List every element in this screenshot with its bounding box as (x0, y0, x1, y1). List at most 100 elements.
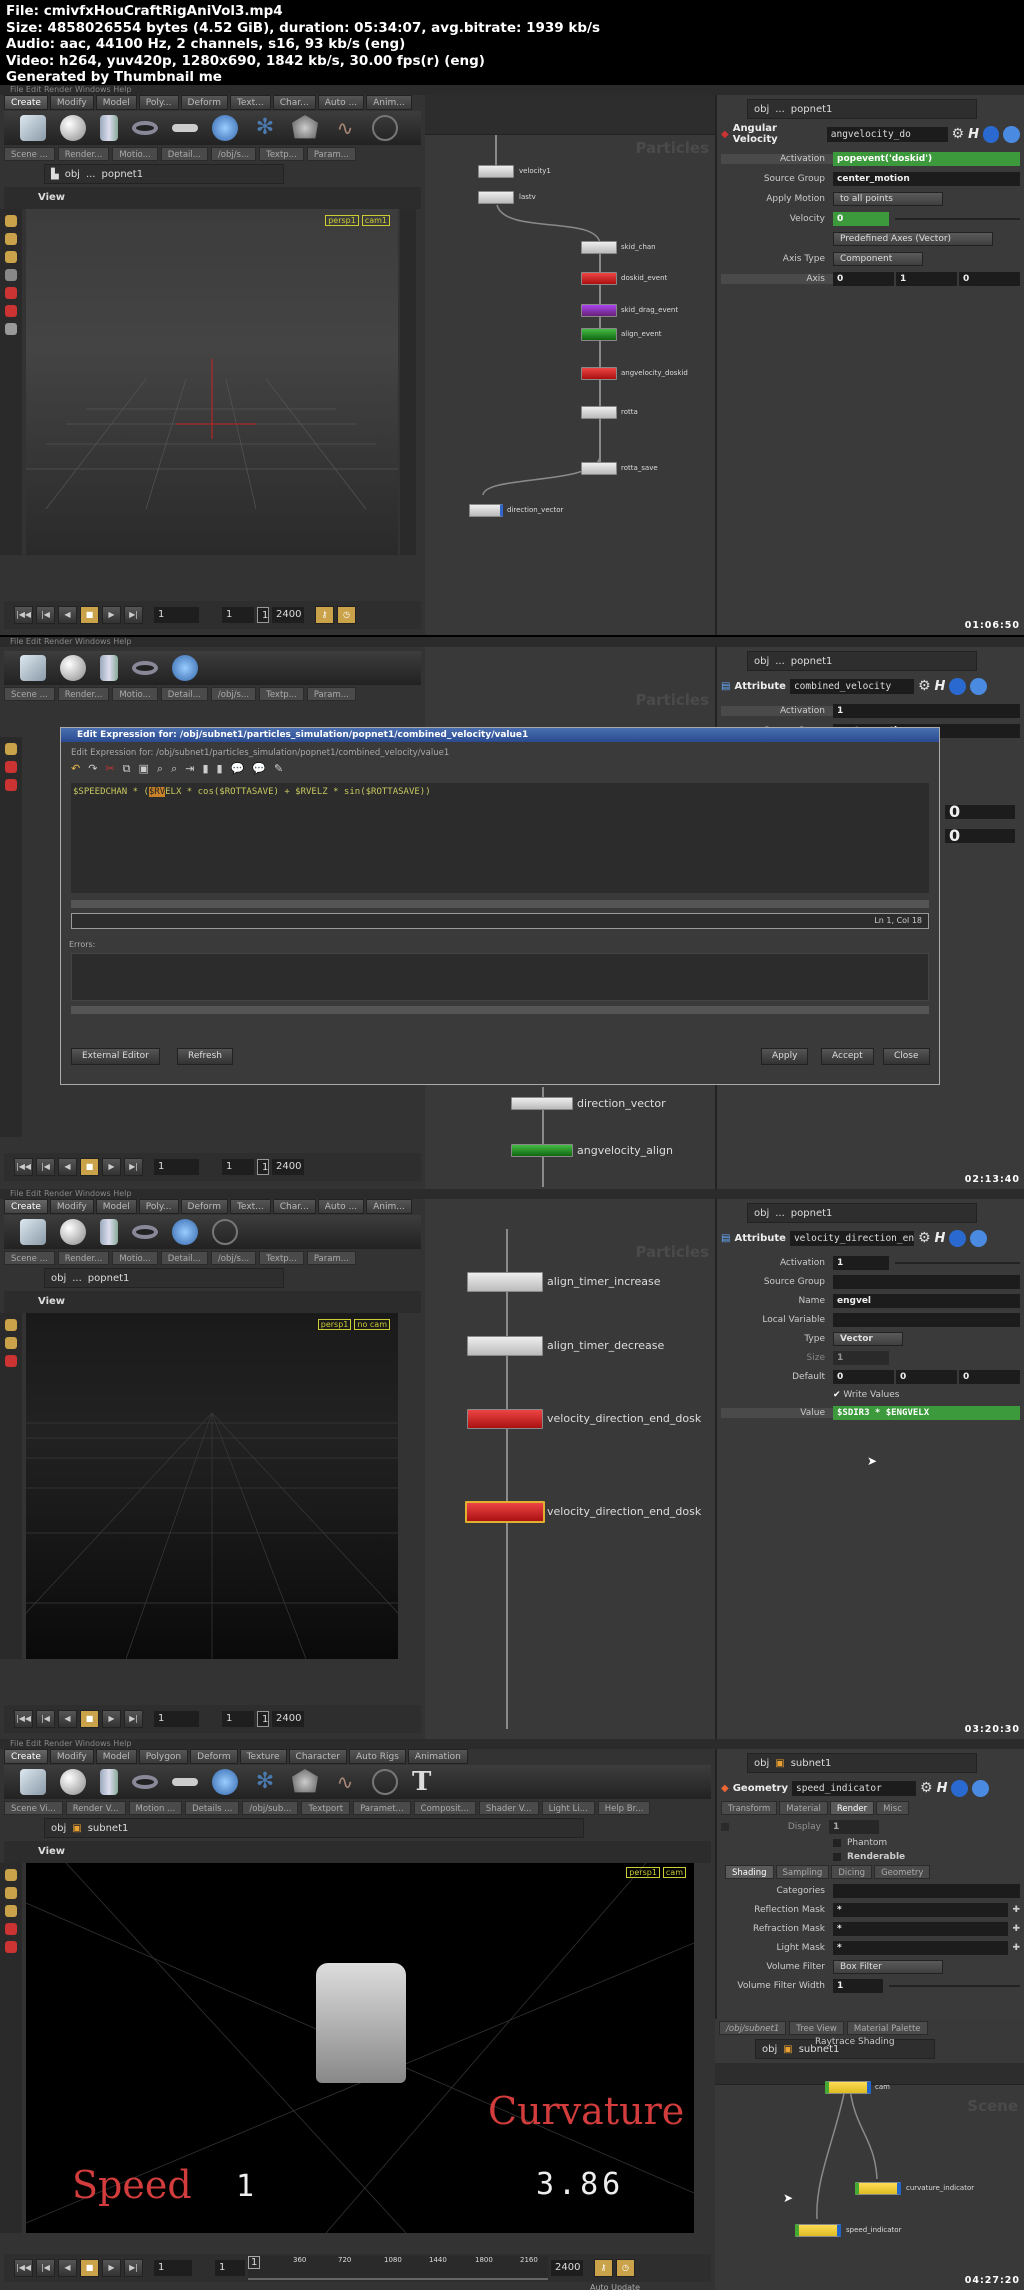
shelf-tab[interactable]: Deform (180, 1199, 228, 1214)
volume-filter-width-field[interactable]: 1 (833, 1978, 883, 1993)
refresh-button[interactable]: Refresh (177, 1048, 233, 1065)
display-field[interactable]: 1 (829, 1819, 879, 1834)
pane-tab[interactable]: Motio... (112, 687, 158, 701)
refraction-mask-field[interactable]: * (833, 1921, 1009, 1936)
transform-tool-icon[interactable] (5, 1887, 17, 1899)
tab-transform[interactable]: Transform (721, 1801, 778, 1815)
select-tool-icon[interactable] (5, 215, 17, 227)
path-ellipsis[interactable]: ... (86, 169, 96, 180)
node[interactable] (467, 1409, 543, 1429)
comment-icon[interactable]: 💬 (231, 762, 245, 776)
shelf-tab[interactable]: Texture (239, 1749, 287, 1764)
help-icon[interactable] (970, 677, 988, 695)
node[interactable] (511, 1097, 573, 1110)
circle-icon[interactable] (212, 1219, 238, 1245)
shelf-tab[interactable]: Deform (180, 95, 228, 110)
pointer-icon[interactable] (5, 269, 17, 281)
node[interactable] (581, 304, 617, 317)
step-back-button[interactable]: |◀ (36, 2259, 55, 2277)
node[interactable] (581, 367, 617, 380)
magnet-icon[interactable] (5, 1355, 17, 1367)
help-h-icon[interactable]: H (935, 679, 946, 694)
path-root[interactable]: obj (51, 1273, 66, 1284)
shelf-tab[interactable]: Animation (407, 1749, 468, 1764)
pane-tab[interactable]: Composit... (413, 1801, 476, 1815)
stop-button[interactable]: ■ (80, 606, 99, 624)
velocity-field[interactable]: 0 (833, 211, 889, 226)
activation-field[interactable]: 1 (833, 1255, 889, 1270)
notes-icon[interactable]: ✎ (274, 762, 283, 776)
pane-tab[interactable]: Textp... (259, 1251, 304, 1265)
light-mask-field[interactable]: * (833, 1940, 1009, 1955)
curve-icon[interactable]: ∿ (332, 1769, 358, 1795)
font-icon[interactable]: T (412, 1769, 438, 1795)
end-frame-field[interactable]: 2400 (551, 2260, 583, 2276)
magnet-icon[interactable] (5, 305, 17, 317)
pane-tab[interactable]: Help Br... (597, 1801, 651, 1815)
axis-type-menu[interactable]: Component (833, 251, 923, 266)
keyframe-icon[interactable]: ⚷ (315, 606, 334, 624)
menu-bar[interactable]: File Edit Render Windows Help (0, 1739, 1024, 1749)
box-icon[interactable] (20, 655, 46, 681)
node[interactable] (581, 241, 617, 254)
shelf-tab[interactable]: Auto ... (317, 1199, 365, 1214)
pane-tab[interactable]: Detail... (160, 1251, 208, 1265)
metaball-icon[interactable] (172, 655, 198, 681)
grid-icon[interactable] (172, 1778, 198, 1786)
node[interactable] (511, 1144, 573, 1157)
metaball-icon[interactable] (172, 1219, 198, 1245)
help-icon[interactable] (1003, 125, 1020, 143)
default-y[interactable]: 0 (896, 1369, 957, 1384)
current-frame-marker[interactable]: 1 (248, 2256, 261, 2269)
bookmark-icon[interactable]: ▮ (217, 762, 223, 776)
start-frame-field[interactable]: 1 (215, 2260, 245, 2276)
shelf-tab[interactable]: Modify (49, 95, 94, 110)
pane-tab[interactable]: Light Li... (541, 1801, 595, 1815)
metaball-icon[interactable] (212, 115, 238, 141)
pane-tab[interactable]: Paramet... (353, 1801, 411, 1815)
tab-dicing[interactable]: Dicing (831, 1865, 873, 1879)
pane-tab[interactable]: Motion ... (128, 1801, 183, 1815)
viewport-3d[interactable]: Speed 1 Curvature 3.86 persp1 cam (25, 1862, 695, 2234)
pane-tab[interactable]: Textp... (259, 687, 304, 701)
step-back-button[interactable]: |◀ (36, 1710, 55, 1728)
reflection-mask-field[interactable]: * (833, 1902, 1009, 1917)
activation-slider[interactable] (895, 1261, 1020, 1264)
gear-icon[interactable]: ⚙ (920, 1780, 933, 1796)
axis-y[interactable]: 1 (896, 271, 957, 286)
menu-bar[interactable]: File Edit Render Windows Help (0, 85, 1024, 95)
jump-end-button[interactable]: ▶| (124, 1710, 143, 1728)
shelf-tab[interactable]: Deform (190, 1749, 238, 1764)
mask-picker-icon[interactable]: ✚ (1012, 1943, 1020, 1953)
box-icon[interactable] (20, 1219, 46, 1245)
node[interactable] (855, 2182, 901, 2195)
path-bar[interactable]: obj ▣ subnet1 (44, 1818, 584, 1838)
pane-tab[interactable]: Scene ... (4, 1251, 55, 1265)
pane-tab[interactable]: /obj/sub... (242, 1801, 299, 1815)
start-frame-field[interactable]: 1 (222, 607, 254, 623)
shelf-tab[interactable]: Polygon (138, 1749, 189, 1764)
keyframe-icon[interactable]: ⚷ (594, 2259, 613, 2277)
comment-icon[interactable]: 💬 (252, 762, 266, 776)
axes-menu[interactable]: Predefined Axes (Vector) (833, 231, 993, 246)
path-bar[interactable]: ▙ obj ... popnet1 (44, 164, 284, 184)
node[interactable] (581, 462, 617, 475)
play-reverse-button[interactable]: ◀ (58, 2259, 77, 2277)
tube-icon[interactable] (100, 1769, 118, 1795)
source-group-field[interactable]: center_motion (833, 171, 1020, 186)
pane-tab[interactable]: /obj/s... (210, 687, 257, 701)
node-name-field[interactable]: velocity_direction_en (789, 1230, 914, 1246)
camera-menu[interactable]: persp1 cam1 (325, 215, 390, 226)
default-z[interactable]: 0 (959, 1369, 1020, 1384)
axis-x[interactable]: 0 (833, 271, 894, 286)
node-name-field[interactable]: combined_velocity (789, 678, 914, 694)
shelf-tab[interactable]: Modify (49, 1199, 94, 1214)
pane-tab[interactable]: Detail... (160, 687, 208, 701)
platonic-icon[interactable] (292, 1769, 318, 1793)
step-back-button[interactable]: |◀ (36, 1158, 55, 1176)
menu-bar[interactable]: File Edit Render Windows Help (0, 637, 1024, 647)
default-x[interactable]: 0 (833, 1369, 894, 1384)
shelf-tab[interactable]: Character (288, 1749, 347, 1764)
help-icon[interactable] (972, 1779, 990, 1797)
jump-end-button[interactable]: ▶| (124, 606, 143, 624)
